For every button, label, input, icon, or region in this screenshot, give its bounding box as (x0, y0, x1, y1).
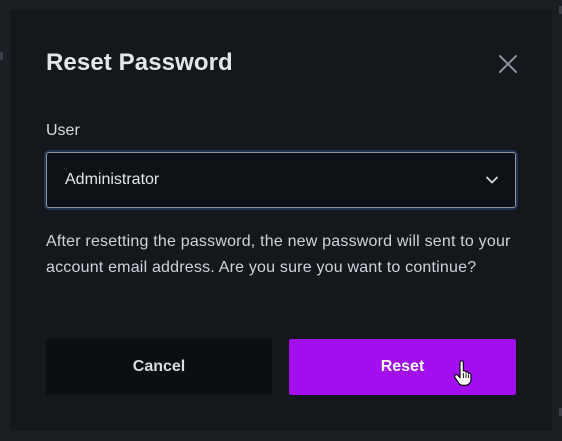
user-field-label: User (46, 122, 80, 139)
cancel-button[interactable]: Cancel (46, 339, 272, 395)
chevron-down-icon (486, 176, 498, 184)
close-icon (499, 55, 517, 73)
user-select-value: Administrator (65, 171, 160, 188)
close-button[interactable] (492, 48, 524, 80)
reset-button-label: Reset (380, 358, 425, 375)
hand-pointer-icon (454, 360, 472, 386)
confirmation-message: After resetting the password, the new pa… (46, 233, 511, 276)
edge-mark (0, 52, 3, 60)
dialog-title: Reset Password (46, 49, 233, 76)
reset-button[interactable]: Reset (289, 339, 516, 395)
cancel-button-label: Cancel (132, 358, 186, 375)
user-select[interactable]: Administrator (46, 152, 516, 208)
